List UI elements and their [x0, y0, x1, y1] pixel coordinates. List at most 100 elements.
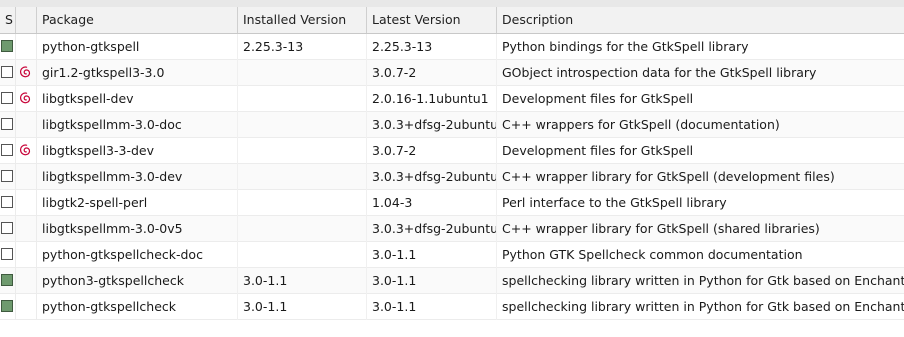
status-cell[interactable]	[0, 34, 16, 60]
status-cell[interactable]	[0, 268, 16, 294]
package-description: Perl interface to the GtkSpell library	[502, 195, 727, 210]
package-description: spellchecking library written in Python …	[502, 273, 904, 288]
installed-version	[238, 138, 367, 164]
latest-version: 3.0-1.1	[367, 242, 497, 268]
support-cell	[16, 294, 37, 320]
support-cell	[16, 242, 37, 268]
installed-version	[238, 190, 367, 216]
package-name: libgtk2-spell-perl	[37, 190, 238, 216]
status-cell[interactable]	[0, 242, 16, 268]
debian-icon	[20, 66, 31, 78]
status-cell[interactable]	[0, 112, 16, 138]
not-installed-status-icon[interactable]	[1, 66, 13, 78]
installed-status-icon[interactable]	[1, 274, 13, 286]
installed-version: 2.25.3-13	[238, 34, 367, 60]
table-row[interactable]: python-gtkspell 2.25.3-13 2.25.3-13 Python …	[0, 34, 904, 60]
package-name: libgtkspell3-3-dev	[37, 138, 238, 164]
table-row[interactable]: python-gtkspellcheck 3.0-1.1 3.0-1.1 spellc…	[0, 294, 904, 320]
support-cell	[16, 164, 37, 190]
column-header-support[interactable]	[16, 7, 37, 33]
not-installed-status-icon[interactable]	[1, 196, 13, 208]
not-installed-status-icon[interactable]	[1, 118, 13, 130]
column-header-status[interactable]: S	[0, 7, 16, 33]
table-row[interactable]: libgtk2-spell-perl 1.04-3 Perl interface t…	[0, 190, 904, 216]
table-row[interactable]: libgtkspellmm-3.0-0v5 3.0.3+dfsg-2ubuntu1…	[0, 216, 904, 242]
table-row[interactable]: python3-gtkspellcheck 3.0-1.1 3.0-1.1 spell…	[0, 268, 904, 294]
table-row[interactable]: libgtkspell3-3-dev 3.0.7-2 Development fil…	[0, 138, 904, 164]
support-cell	[16, 190, 37, 216]
not-installed-status-icon[interactable]	[1, 92, 13, 104]
package-name: python-gtkspellcheck	[37, 294, 238, 320]
table-row[interactable]: gir1.2-gtkspell3-3.0 3.0.7-2 GObject intro…	[0, 60, 904, 86]
status-cell[interactable]	[0, 216, 16, 242]
status-cell[interactable]	[0, 60, 16, 86]
not-installed-status-icon[interactable]	[1, 144, 13, 156]
package-name: libgtkspellmm-3.0-doc	[37, 112, 238, 138]
installed-version	[238, 112, 367, 138]
table-row[interactable]: python-gtkspellcheck-doc 3.0-1.1 Python GT…	[0, 242, 904, 268]
installed-version	[238, 242, 367, 268]
installed-version	[238, 60, 367, 86]
latest-version: 3.0.3+dfsg-2ubuntu1	[367, 112, 497, 138]
package-name: python3-gtkspellcheck	[37, 268, 238, 294]
column-header-package[interactable]: Package	[37, 7, 238, 33]
package-description: Development files for GtkSpell	[502, 91, 694, 106]
package-name: gir1.2-gtkspell3-3.0	[37, 60, 238, 86]
installed-status-icon[interactable]	[1, 40, 13, 52]
support-cell	[16, 138, 37, 164]
package-description: C++ wrappers for GtkSpell (documentation…	[502, 117, 780, 132]
support-cell	[16, 268, 37, 294]
installed-version	[238, 164, 367, 190]
support-cell	[16, 112, 37, 138]
support-cell	[16, 216, 37, 242]
installed-version	[238, 216, 367, 242]
installed-version	[238, 86, 367, 112]
package-name: python-gtkspell	[37, 34, 238, 60]
package-description: Python bindings for the GtkSpell library	[502, 39, 749, 54]
column-header-latest-version[interactable]: Latest Version	[367, 7, 497, 33]
latest-version: 3.0-1.1	[367, 294, 497, 320]
latest-version: 3.0.3+dfsg-2ubuntu1	[367, 216, 497, 242]
installed-version: 3.0-1.1	[238, 268, 367, 294]
not-installed-status-icon[interactable]	[1, 170, 13, 182]
latest-version: 2.25.3-13	[367, 34, 497, 60]
column-header-row: S Package Installed Version Latest Versi…	[0, 7, 904, 34]
latest-version: 2.0.16-1.1ubuntu1	[367, 86, 497, 112]
debian-icon	[20, 92, 31, 104]
package-name: libgtkspellmm-3.0-0v5	[37, 216, 238, 242]
latest-version: 1.04-3	[367, 190, 497, 216]
status-cell[interactable]	[0, 294, 16, 320]
package-name: libgtkspellmm-3.0-dev	[37, 164, 238, 190]
support-cell	[16, 60, 37, 86]
not-installed-status-icon[interactable]	[1, 248, 13, 260]
table-row[interactable]: libgtkspell-dev 2.0.16-1.1ubuntu1 Developm…	[0, 86, 904, 112]
package-description: spellchecking library written in Python …	[502, 299, 904, 314]
support-cell	[16, 86, 37, 112]
column-header-installed-version[interactable]: Installed Version	[238, 7, 367, 33]
debian-icon	[20, 144, 31, 156]
column-header-description[interactable]: Description	[497, 7, 904, 33]
package-description: C++ wrapper library for GtkSpell (shared…	[502, 221, 820, 236]
package-name: libgtkspell-dev	[37, 86, 238, 112]
status-cell[interactable]	[0, 138, 16, 164]
package-name: python-gtkspellcheck-doc	[37, 242, 238, 268]
latest-version: 3.0.7-2	[367, 138, 497, 164]
table-row[interactable]: libgtkspellmm-3.0-dev 3.0.3+dfsg-2ubuntu1…	[0, 164, 904, 190]
support-cell	[16, 34, 37, 60]
table-row[interactable]: libgtkspellmm-3.0-doc 3.0.3+dfsg-2ubuntu1…	[0, 112, 904, 138]
package-rows: python-gtkspell 2.25.3-13 2.25.3-13 Python …	[0, 34, 904, 320]
latest-version: 3.0.7-2	[367, 60, 497, 86]
not-installed-status-icon[interactable]	[1, 222, 13, 234]
installed-status-icon[interactable]	[1, 300, 13, 312]
package-description: GObject introspection data for the GtkSp…	[502, 65, 817, 80]
latest-version: 3.0-1.1	[367, 268, 497, 294]
installed-version: 3.0-1.1	[238, 294, 367, 320]
latest-version: 3.0.3+dfsg-2ubuntu1	[367, 164, 497, 190]
status-cell[interactable]	[0, 86, 16, 112]
package-description: C++ wrapper library for GtkSpell (develo…	[502, 169, 835, 184]
status-cell[interactable]	[0, 164, 16, 190]
package-description: Python GTK Spellcheck common documentati…	[502, 247, 803, 262]
package-description: Development files for GtkSpell	[502, 143, 694, 158]
package-list: S Package Installed Version Latest Versi…	[0, 0, 904, 337]
status-cell[interactable]	[0, 190, 16, 216]
